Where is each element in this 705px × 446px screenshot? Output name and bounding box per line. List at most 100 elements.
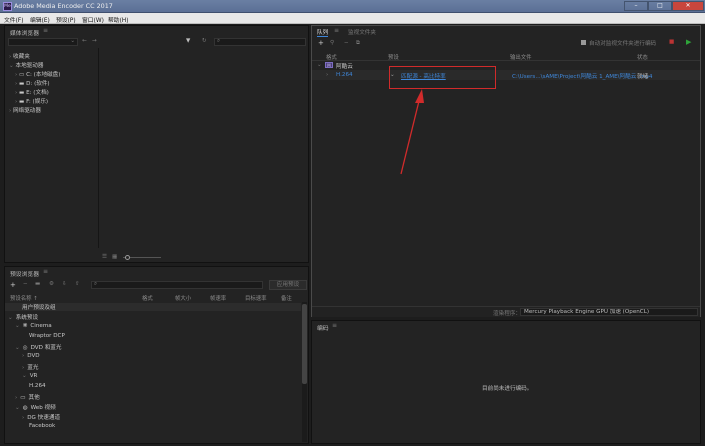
menu-help[interactable]: 帮助(H) xyxy=(108,15,128,24)
preset-scrollbar-thumb[interactable] xyxy=(302,304,307,384)
expander-icon[interactable]: ⌄ xyxy=(15,345,20,351)
expander-icon[interactable]: ⌄ xyxy=(15,323,20,329)
panel-menu-icon[interactable]: ≡ xyxy=(334,27,339,34)
expander-icon[interactable]: › xyxy=(22,365,24,371)
add-output-icon[interactable]: ⚲ xyxy=(330,40,334,46)
back-arrow-icon[interactable]: ← xyxy=(82,38,87,44)
new-group-icon[interactable]: ▬ xyxy=(35,281,40,287)
drive-icon: ▬ xyxy=(19,90,25,96)
tree-drive-c[interactable]: › ▭ C: (本地磁盘) xyxy=(15,70,60,78)
tree-favorites[interactable]: › 收藏夹 xyxy=(9,52,30,60)
remove-preset-icon[interactable]: − xyxy=(23,281,28,287)
preset-list: 用户预设及组 ⌄ 系统预设 ⌄ ❋ Cinema Wraptor DCP ⌄ ◎ DVD 和蓝光 ›… xyxy=(5,302,301,442)
queue-panel: 队列 ≡ 监视文件夹 + ⚲ − ⧉ 自动对监视文件夹进行编码 ■ ▶ 格式 预… xyxy=(311,25,701,317)
encoding-title: 编码 xyxy=(317,326,329,332)
preset-item-label: Web 视频 xyxy=(30,405,56,411)
filter-icon[interactable]: ▼ xyxy=(186,38,190,44)
start-queue-icon[interactable]: ▶ xyxy=(686,38,691,46)
expander-icon[interactable]: › xyxy=(22,353,24,359)
preset-search-input[interactable]: ⌕ xyxy=(91,281,263,289)
col-comment[interactable]: 备注 xyxy=(281,294,292,302)
export-preset-icon[interactable]: ⇧ xyxy=(75,281,80,287)
preset-list-item[interactable]: ⌄ ◎ DVD 和蓝光 xyxy=(15,343,61,351)
tab-queue[interactable]: 队列 xyxy=(317,28,329,37)
expander-icon[interactable]: › xyxy=(22,415,24,421)
remove-icon[interactable]: − xyxy=(344,40,349,46)
preset-list-item[interactable]: Wraptor DCP xyxy=(22,333,65,339)
preset-list-item[interactable]: ⌄ VR xyxy=(22,373,37,379)
renderer-bar: 渲染程序： Mercury Playback Engine GPU 加速 (Op… xyxy=(312,306,700,317)
apply-preset-button[interactable]: 应用预设 xyxy=(269,280,307,290)
renderer-label: 渲染程序： xyxy=(493,311,521,317)
location-dropdown[interactable]: ⌄ xyxy=(8,38,78,46)
col-frame-size[interactable]: 帧大小 xyxy=(175,294,191,302)
list-view-icon[interactable]: ☰ xyxy=(102,254,107,260)
media-search-input[interactable]: ⌕ xyxy=(214,38,306,46)
preset-item-label: 系统预设 xyxy=(15,315,39,321)
col-target-rate[interactable]: 目标速率 xyxy=(245,294,267,302)
menu-window[interactable]: 窗口(W) xyxy=(82,15,104,24)
queue-row-format[interactable]: H.264 xyxy=(336,72,353,78)
preset-list-item[interactable]: H.264 xyxy=(22,383,46,389)
preset-list-item[interactable]: › DVD xyxy=(22,353,40,359)
col-frame-rate[interactable]: 帧速率 xyxy=(210,294,226,302)
row-expander-icon[interactable]: › xyxy=(326,72,328,78)
expander-icon[interactable]: › xyxy=(15,395,17,401)
panel-menu-icon[interactable]: ≡ xyxy=(43,27,48,34)
forward-arrow-icon[interactable]: → xyxy=(92,38,97,44)
auto-start-label: 自动对监视文件夹进行编码 xyxy=(589,41,657,47)
encoding-panel: 编码 ≡ 目前尚未进行编码。 xyxy=(311,320,701,444)
maximize-button[interactable]: □ xyxy=(648,1,672,11)
preset-item-label: Facebook xyxy=(29,423,56,429)
col-preset-name[interactable]: 预设名称 ↑ xyxy=(10,294,38,302)
panel-menu-icon[interactable]: ≡ xyxy=(332,322,337,329)
preset-list-item[interactable]: ⌄ 系统预设 xyxy=(8,313,38,321)
panel-menu-icon[interactable]: ≡ xyxy=(43,268,48,275)
preset-settings-icon[interactable]: ⚙ xyxy=(49,281,54,287)
queue-row-output[interactable]: C:\Users...\sAME\Project\阿酷云 1_AME\阿酷云 .… xyxy=(512,72,652,80)
tree-drive-d[interactable]: › ▬ D: (软件) xyxy=(15,79,50,87)
preset-list-item[interactable]: › DG 快速通道 xyxy=(22,413,60,421)
zoom-slider-handle[interactable] xyxy=(125,255,130,260)
encoding-empty-message: 目前尚未进行编码。 xyxy=(482,386,533,392)
tree-local-drives[interactable]: ⌄ 本地驱动器 xyxy=(9,61,43,69)
window-title: Adobe Media Encoder CC 2017 xyxy=(14,2,113,10)
close-button[interactable]: ✕ xyxy=(672,1,704,11)
add-preset-icon[interactable]: + xyxy=(10,281,16,289)
add-source-icon[interactable]: + xyxy=(318,39,324,47)
preset-list-item[interactable]: › ▭ 其他 xyxy=(15,393,40,401)
auto-start-checkbox[interactable] xyxy=(581,40,586,45)
preset-scrollbar[interactable] xyxy=(302,302,307,442)
icon-view-icon[interactable]: ▦ xyxy=(112,254,117,260)
preset-list-item[interactable]: Facebook xyxy=(22,423,55,429)
refresh-icon[interactable]: ↻ xyxy=(202,38,207,44)
preset-item-label: DVD 和蓝光 xyxy=(30,345,62,351)
duplicate-icon[interactable]: ⧉ xyxy=(356,40,360,47)
expander-icon[interactable]: ⌄ xyxy=(8,315,13,321)
queue-group[interactable]: ⌄ M 阿酷云 xyxy=(312,61,700,70)
import-preset-icon[interactable]: ⇩ xyxy=(62,281,67,287)
preset-item-label: H.264 xyxy=(29,383,46,389)
preset-browser-panel: 预设浏览器 ≡ + − ▬ ⚙ ⇩ ⇧ ⌕ 应用预设 预设名称 ↑ 格式 帧大小… xyxy=(4,266,309,444)
preset-list-item[interactable]: › 蓝光 xyxy=(22,363,38,371)
preset-list-item[interactable]: 用户预设及组 xyxy=(5,303,301,311)
preset-list-item[interactable]: ⌄ ❋ Cinema xyxy=(15,323,52,329)
tab-watch-folders[interactable]: 监视文件夹 xyxy=(348,28,376,36)
preset-list-item[interactable]: ⌄ ◍ Web 视频 xyxy=(15,403,56,411)
tree-drive-f[interactable]: › ▬ F: (娱乐) xyxy=(15,97,48,105)
preset-item-label: 蓝光 xyxy=(27,365,39,371)
expander-icon[interactable]: ⌄ xyxy=(15,405,20,411)
renderer-select[interactable]: Mercury Playback Engine GPU 加速 (OpenCL) xyxy=(520,308,698,316)
minimize-button[interactable]: – xyxy=(624,1,648,11)
queue-row[interactable]: › H.264 ⌄ 匹配源 - 高比特率 C:\Users...\sAME\Pr… xyxy=(312,70,700,80)
preset-item-label: Wraptor DCP xyxy=(29,333,65,339)
tree-network-drives[interactable]: › 网络驱动器 xyxy=(9,106,41,114)
expander-icon[interactable]: ⌄ xyxy=(22,373,27,379)
col-format[interactable]: 格式 xyxy=(142,294,153,302)
stop-icon[interactable]: ■ xyxy=(669,39,674,45)
preset-item-label: DVD xyxy=(27,353,40,359)
menu-edit[interactable]: 编辑(E) xyxy=(30,15,50,24)
menu-preset[interactable]: 预设(P) xyxy=(56,15,76,24)
tree-drive-e[interactable]: › ▬ E: (文档) xyxy=(15,88,49,96)
menu-file[interactable]: 文件(F) xyxy=(4,15,23,24)
